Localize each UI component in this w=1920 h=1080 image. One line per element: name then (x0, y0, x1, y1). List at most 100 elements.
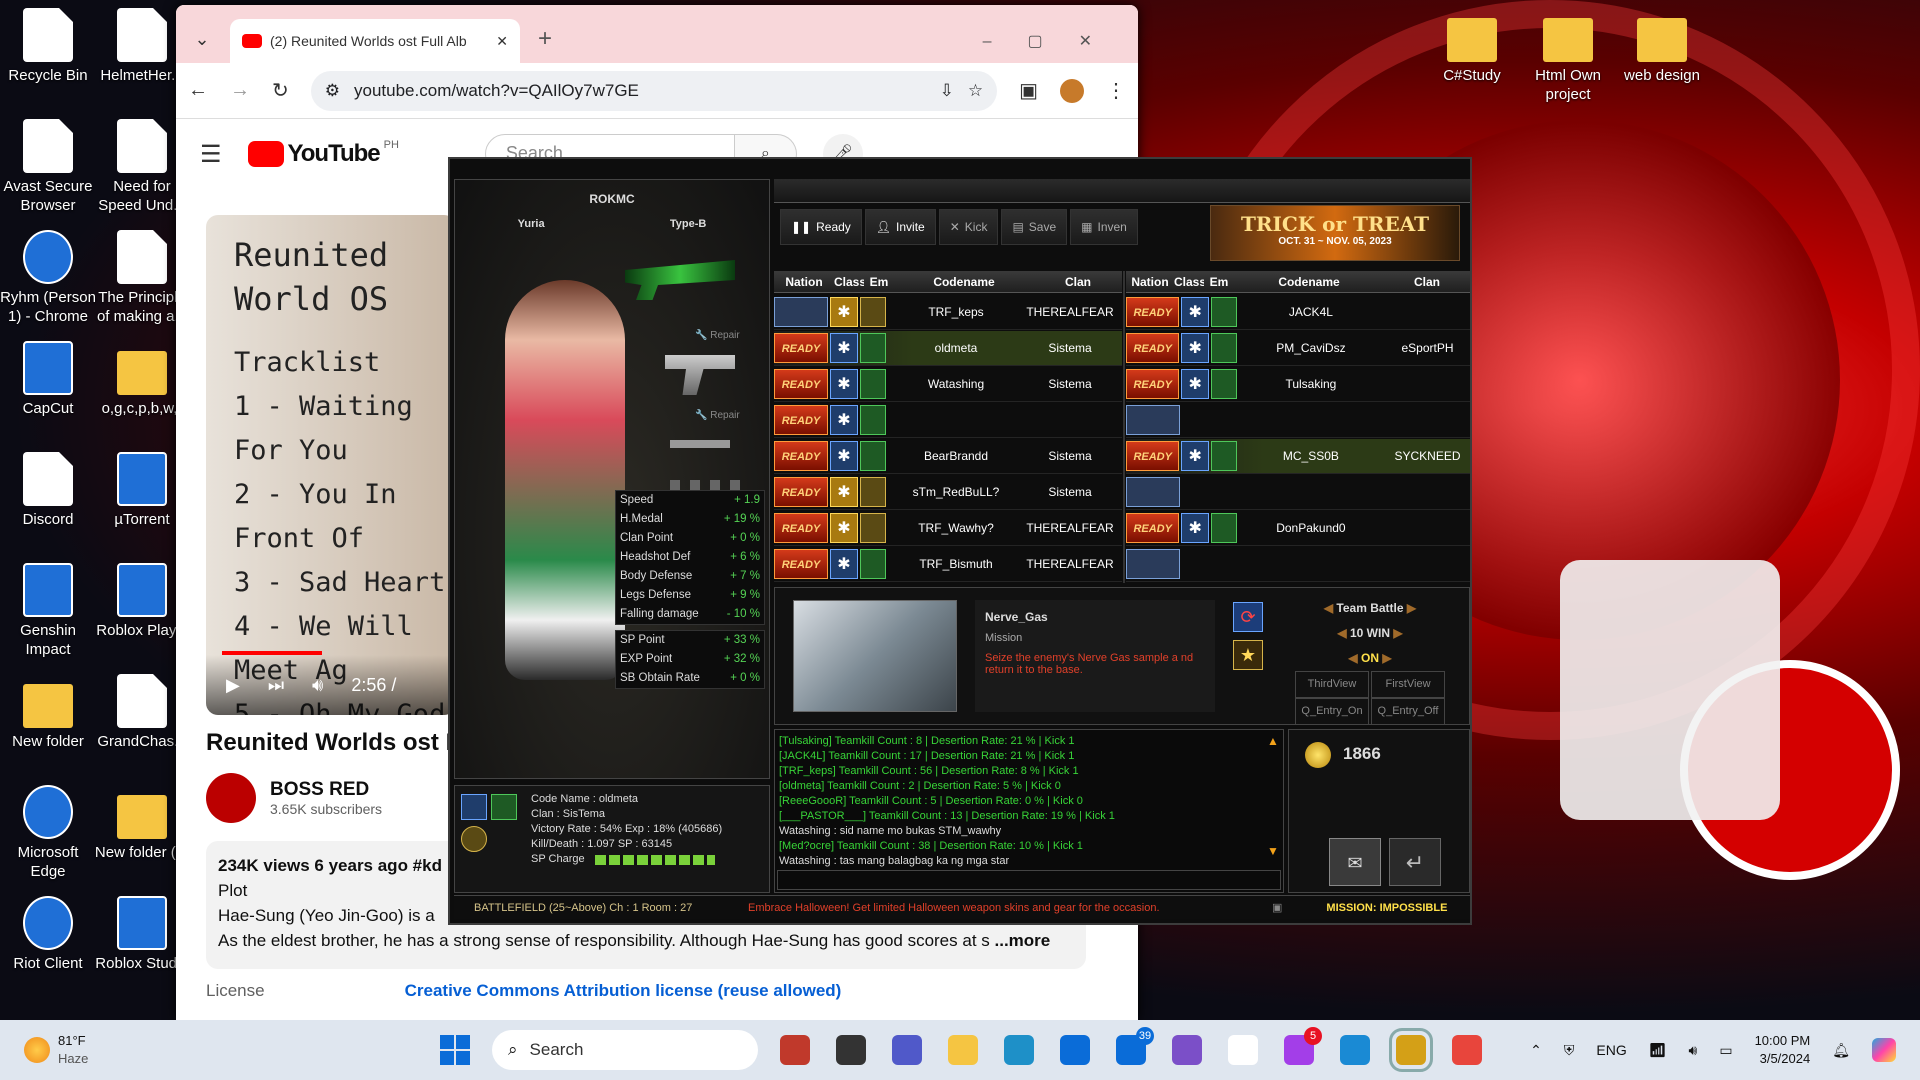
event-banner[interactable]: TRICK or TREAT OCT. 31 ~ NOV. 05, 2023 (1210, 205, 1460, 261)
chat-scrollbar[interactable]: ▲ ▼ (1265, 734, 1281, 866)
repair-button-2[interactable]: 🔧 Repair (695, 410, 740, 421)
desktop-icon-csharp-study[interactable]: C#Study (1424, 8, 1520, 85)
desktop-icon[interactable]: Riot Client (0, 896, 96, 973)
player-slot[interactable]: READY ✱ BearBrandd Sistema (774, 439, 1122, 474)
browser-tab[interactable]: (2) Reunited Worlds ost Full Alb ✕ (230, 19, 520, 63)
window-controls[interactable]: –▢✕ (983, 31, 1138, 51)
player-slot[interactable]: READY ✱ Watashing Sistema (774, 367, 1122, 402)
teams-icon[interactable] (892, 1035, 922, 1065)
security-icon[interactable]: ⛨ (1564, 1042, 1575, 1059)
store-icon[interactable] (1060, 1035, 1090, 1065)
new-tab-icon[interactable]: + (538, 25, 552, 53)
install-icon[interactable]: ⇩ (940, 81, 954, 101)
task-view-icon[interactable] (836, 1035, 866, 1065)
save-button[interactable]: ▤ Save (1001, 209, 1068, 245)
player-slot[interactable]: ✱ TRF_keps THEREALFEAR (774, 295, 1122, 330)
invite-button[interactable]: 👤︎ Invite (864, 209, 936, 245)
player-slot[interactable]: READY ✱ TRF_Wawhy? THEREALFEAR (774, 511, 1122, 546)
volume-icon[interactable]: 🔊︎ (312, 675, 323, 696)
desktop-icon-web-design[interactable]: web design (1614, 8, 1710, 85)
map-thumbnail[interactable] (793, 600, 957, 712)
player-slot[interactable]: READY ✱ JACK4L (1126, 295, 1470, 330)
primary-weapon-icon[interactable] (625, 260, 735, 300)
forward-icon[interactable]: → (230, 79, 250, 102)
show-more-link[interactable]: ...more (995, 931, 1051, 950)
url-input[interactable]: ⚙ youtube.com/watch?v=QAIlOy7w7GE ⇩ ☆ (310, 70, 998, 111)
video-progress[interactable] (222, 651, 322, 655)
on-off-selector[interactable]: ◀ ON ▶ (1295, 646, 1445, 671)
reload-icon[interactable]: ↻ (272, 78, 289, 103)
next-icon[interactable]: ⏭ (268, 675, 284, 696)
first-view-toggle[interactable]: FirstView (1371, 671, 1445, 698)
video-player[interactable]: Reunited World OS Tracklist 1 - Waiting F… (206, 215, 456, 715)
player-slot[interactable]: READY ✱ DonPakund0 (1126, 511, 1470, 546)
channel-name[interactable]: BOSS RED (270, 779, 382, 801)
ready-button[interactable]: ❚❚ Ready (780, 209, 862, 245)
player-slot[interactable]: READY ✱ TRF_Bismuth THEREALFEAR (774, 547, 1122, 582)
weather-widget[interactable]: 81°F Haze (0, 1032, 440, 1068)
player-slot[interactable]: READY ✱ MC_SS0B SYCKNEED (1126, 439, 1470, 474)
winrar-icon[interactable] (780, 1035, 810, 1065)
repair-button-1[interactable]: 🔧 Repair (695, 330, 740, 341)
messenger-icon[interactable]: ✉ (1329, 838, 1381, 886)
volume-icon[interactable]: 🔊︎ (1689, 1042, 1698, 1059)
tab-search-icon[interactable]: ⌄ (186, 23, 218, 55)
character-selector[interactable]: Yuria Type-B (455, 218, 769, 230)
desktop-icon[interactable]: Ryhm (Person 1) - Chrome (0, 230, 96, 326)
chrome-icon[interactable] (1452, 1035, 1482, 1065)
copilot-icon[interactable] (1872, 1038, 1896, 1062)
inventory-button[interactable]: ▦ Inven (1070, 209, 1138, 245)
profile-avatar[interactable] (1060, 78, 1084, 103)
notice-icon[interactable]: ▣ (1272, 901, 1282, 914)
chat-input[interactable] (777, 870, 1281, 890)
battery-icon[interactable]: ▭ (1719, 1042, 1732, 1059)
start-windows-icon[interactable] (440, 1035, 470, 1065)
desktop-icon-html-project[interactable]: Html Own project (1520, 8, 1616, 104)
desktop-icon[interactable]: Recycle Bin (0, 8, 96, 85)
hamburger-menu-icon[interactable]: ☰ (200, 140, 222, 169)
player-slot[interactable]: READY ✱ (774, 403, 1122, 438)
language-indicator[interactable]: ENG (1596, 1042, 1626, 1058)
show-hidden-icons-chevron-icon[interactable]: ⌃ (1530, 1042, 1542, 1059)
player-slot[interactable]: READY ✱ oldmeta Sistema (774, 331, 1122, 366)
side-panel-icon[interactable]: ▣ (1019, 78, 1038, 103)
edge-icon[interactable] (1004, 1035, 1034, 1065)
taskbar-search[interactable]: ⌕ Search (492, 1030, 758, 1070)
file-explorer-icon[interactable] (948, 1035, 978, 1065)
player-slot[interactable] (1126, 547, 1470, 582)
desktop-icon[interactable]: Discord (0, 452, 96, 529)
game-mode-selector[interactable]: ◀ Team Battle ▶ (1295, 596, 1445, 621)
channel-avatar[interactable] (206, 773, 256, 823)
knife-icon[interactable] (670, 440, 730, 448)
notifications-bell-icon[interactable]: 🔔︎ (1832, 1042, 1850, 1059)
license-link[interactable]: Creative Commons Attribution license (re… (405, 981, 842, 1001)
back-icon[interactable]: ← (188, 79, 208, 102)
win-condition-selector[interactable]: ◀ 10 WIN ▶ (1295, 621, 1445, 646)
exit-room-icon[interactable]: ↵ (1389, 838, 1441, 886)
desktop-icon[interactable]: CapCut (0, 341, 96, 418)
player-slot[interactable] (1126, 403, 1470, 438)
refresh-map-icon[interactable]: ⟳ (1233, 602, 1263, 632)
site-info-icon[interactable]: ⚙ (325, 81, 340, 101)
room-setting-icon[interactable]: ★ (1233, 640, 1263, 670)
youtube-logo[interactable]: YouTube PH (247, 139, 399, 168)
game-launcher-icon[interactable] (1389, 1028, 1433, 1072)
menu-kebab-icon[interactable]: ⋮ (1106, 78, 1126, 103)
notepad-icon[interactable] (1228, 1035, 1258, 1065)
desktop-icon[interactable]: New folder (0, 674, 96, 751)
player-slot[interactable]: READY ✱ sTm_RedBuLL? Sistema (774, 475, 1122, 510)
desktop-icon[interactable]: Genshin Impact (0, 563, 96, 659)
entry-off-toggle[interactable]: Q_Entry_Off (1371, 698, 1445, 725)
mail-icon[interactable]: 39 (1116, 1027, 1154, 1065)
bookmark-star-icon[interactable]: ☆ (968, 81, 983, 101)
entry-on-toggle[interactable]: Q_Entry_On (1295, 698, 1369, 725)
desktop-icon[interactable]: Avast Secure Browser (0, 119, 96, 215)
third-view-toggle[interactable]: ThirdView (1295, 671, 1369, 698)
close-tab-icon[interactable]: ✕ (496, 33, 508, 50)
kick-button[interactable]: ✕ Kick (938, 209, 999, 245)
clock[interactable]: 10:00 PM 3/5/2024 (1755, 1032, 1811, 1068)
desktop-icon[interactable]: Microsoft Edge (0, 785, 96, 881)
pistol-icon[interactable] (665, 355, 735, 395)
vscode-icon[interactable] (1340, 1035, 1370, 1065)
play-icon[interactable]: ▶ (226, 675, 240, 696)
